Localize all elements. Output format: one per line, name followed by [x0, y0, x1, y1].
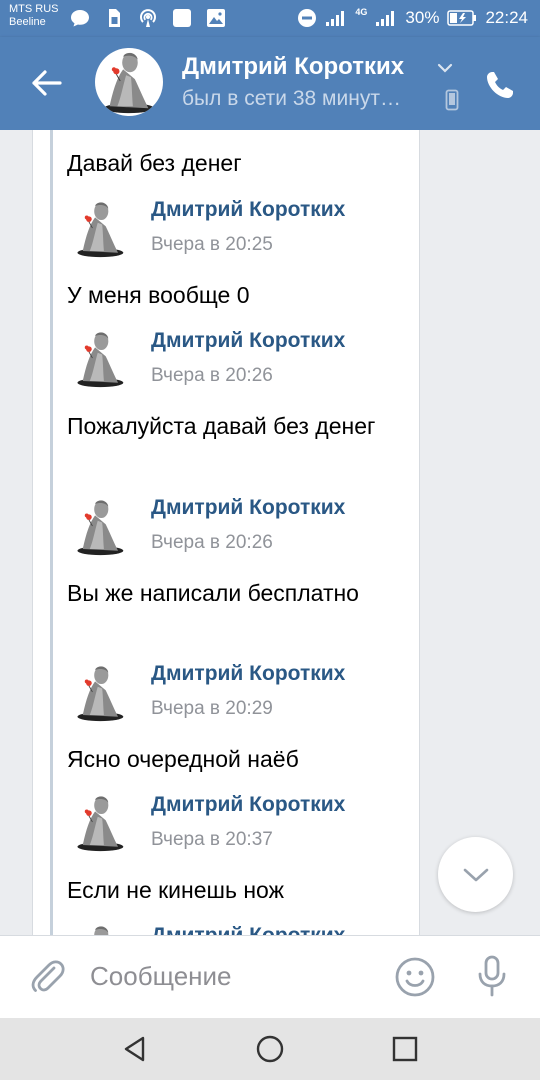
system-indicators: 4G 30% 22:24 [297, 7, 528, 28]
gallery-notification-icon [207, 9, 225, 27]
message-time: Вчера в 20:37 [151, 829, 273, 850]
triangle-back-icon [124, 1036, 145, 1062]
message-list[interactable]: Давай без денег Дмитрий Коротких Вчера в… [0, 130, 540, 935]
last-seen-status: был в сети 38 минут… [182, 87, 401, 110]
author-avatar[interactable] [72, 662, 127, 722]
chevron-down-icon [463, 868, 488, 881]
nav-back-button[interactable] [118, 1032, 152, 1066]
network-type: 4G [355, 7, 368, 17]
call-button[interactable] [478, 63, 522, 107]
app-notification-icon [173, 9, 191, 27]
author-avatar[interactable] [72, 328, 127, 388]
arrow-left-icon [32, 70, 62, 96]
chat-header: Дмитрий Коротких был в сети 38 минут… [0, 37, 540, 130]
scroll-to-bottom-button[interactable] [438, 837, 513, 912]
author-avatar[interactable] [72, 922, 127, 935]
square-recents-icon [392, 1036, 418, 1062]
circle-home-icon [256, 1035, 284, 1063]
signal-strength-icon [326, 11, 345, 26]
hotspot-icon [140, 9, 156, 27]
author-name[interactable]: Дмитрий Коротких [151, 793, 345, 817]
message-text: Вы же написали бесплатно [67, 580, 359, 606]
contact-name[interactable]: Дмитрий Коротких [182, 53, 404, 81]
do-not-disturb-icon [298, 9, 317, 27]
nav-recents-button[interactable] [388, 1032, 422, 1066]
author-name[interactable]: Дмитрий Коротких [151, 496, 345, 520]
author-name[interactable]: Дмитрий Коротких [151, 329, 345, 353]
chevron-down-icon[interactable] [436, 59, 454, 77]
signal-strength-secondary-icon [376, 11, 395, 26]
smiley-icon[interactable] [394, 956, 436, 998]
battery-charging-icon [447, 10, 477, 26]
paperclip-icon[interactable] [28, 956, 68, 996]
author-avatar[interactable] [72, 198, 127, 258]
message-text: Если не кинешь нож [67, 877, 284, 903]
status-bar: MTS RUS Beeline 4G 30% 22:24 [0, 0, 540, 37]
carrier-secondary: Beeline [9, 16, 46, 28]
author-avatar[interactable] [72, 792, 127, 852]
message-time: Вчера в 20:26 [151, 365, 273, 386]
message-input[interactable] [90, 954, 375, 998]
carrier-label: MTS RUS Beeline [9, 3, 59, 29]
back-button[interactable] [26, 62, 68, 104]
message-composer [0, 935, 540, 1018]
nav-home-button[interactable] [253, 1032, 287, 1066]
author-name[interactable]: Дмитрий Коротких [151, 662, 345, 686]
message-text: У меня вообще 0 [67, 282, 250, 308]
author-name[interactable]: Дмитрий Коротких [151, 924, 345, 935]
battery-percent: 30% [405, 8, 440, 27]
message-text: Ясно очередной наёб [67, 746, 299, 772]
microphone-icon[interactable] [472, 954, 512, 998]
clock: 22:24 [485, 8, 528, 27]
system-navigation-bar [0, 1018, 540, 1080]
chat-notification-icon [71, 10, 89, 27]
avatar-image [103, 52, 155, 114]
author-avatar[interactable] [72, 496, 127, 556]
message-time: Вчера в 20:26 [151, 532, 273, 553]
contact-avatar[interactable] [95, 48, 163, 116]
message-text: Давай без денег [67, 150, 242, 176]
notification-icons [70, 8, 226, 28]
carrier-primary: MTS RUS [9, 3, 59, 15]
author-name[interactable]: Дмитрий Коротких [151, 198, 345, 222]
phone-icon [487, 72, 513, 98]
forwarded-messages-line [50, 130, 53, 935]
message-time: Вчера в 20:29 [151, 698, 273, 719]
mobile-device-icon [445, 89, 459, 111]
sim-card-icon [109, 9, 120, 27]
message-text: Пожалуйста давай без денег [67, 413, 376, 439]
message-time: Вчера в 20:25 [151, 234, 273, 255]
